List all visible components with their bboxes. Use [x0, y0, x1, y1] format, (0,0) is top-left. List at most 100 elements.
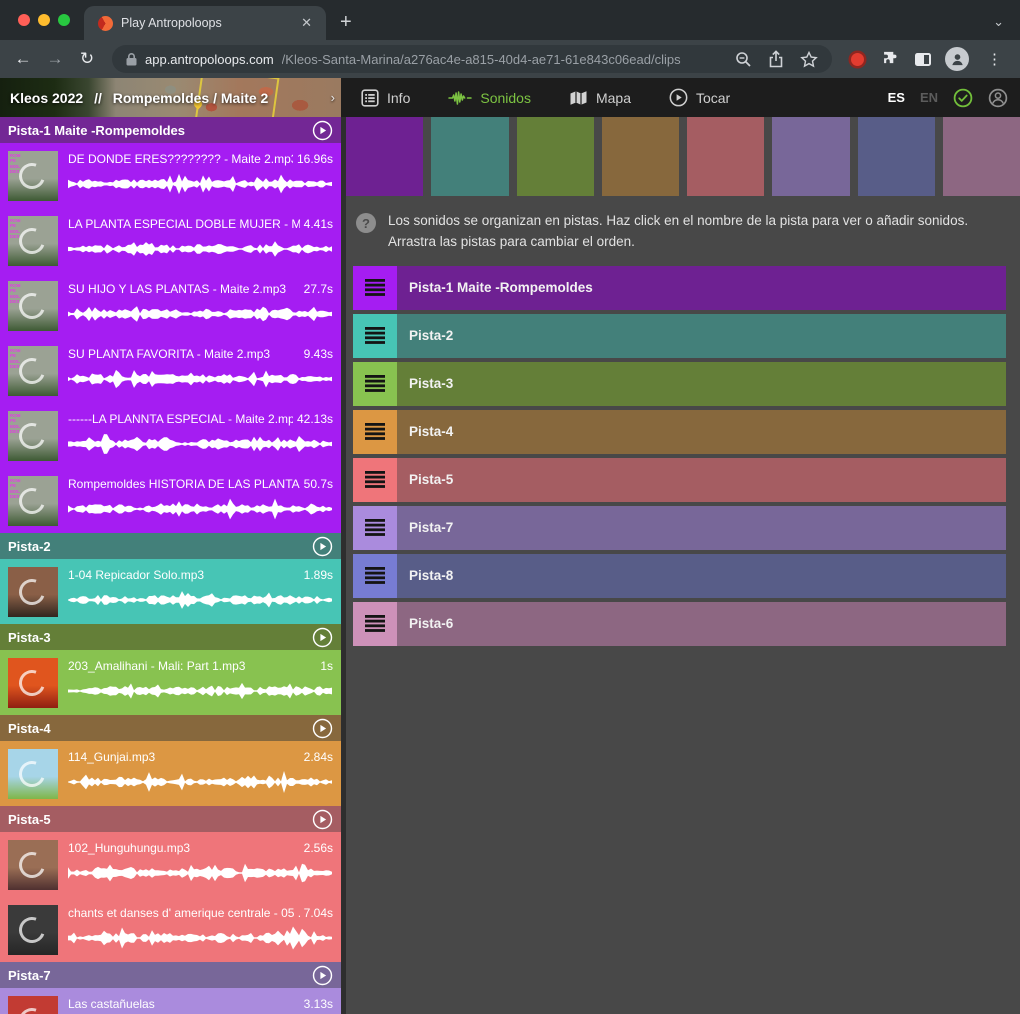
drag-handle[interactable]	[353, 602, 397, 646]
track-row-body[interactable]: Pista-6	[397, 602, 1006, 646]
audio-clip[interactable]: ROM PE MOL DESSU HIJO Y LAS PLANTAS - Ma…	[0, 273, 341, 338]
tab-close-icon[interactable]: ✕	[297, 13, 316, 33]
lang-toggle-es[interactable]: ES	[888, 90, 905, 105]
back-button[interactable]: ←	[10, 49, 36, 69]
track-row-body[interactable]: Pista-7	[397, 506, 1006, 550]
profile-avatar[interactable]	[945, 47, 969, 71]
track-swatch[interactable]	[431, 117, 508, 196]
track-row-body[interactable]: Pista-2	[397, 314, 1006, 358]
lock-icon	[126, 53, 137, 66]
track-header[interactable]: Pista-5	[0, 806, 341, 832]
drag-handle[interactable]	[353, 314, 397, 358]
track-row[interactable]: Pista-1 Maite -Rompemoldes	[353, 266, 1006, 310]
track-swatch[interactable]	[858, 117, 935, 196]
thumbnail-label: ROM PE MOL DES	[10, 348, 26, 370]
track-swatch[interactable]	[687, 117, 764, 196]
track-row[interactable]: Pista-4	[353, 410, 1006, 454]
clip-title-row: SU HIJO Y LAS PLANTAS - Maite 2.mp327.7s	[68, 282, 333, 296]
play-track-button[interactable]	[312, 809, 333, 830]
track-header[interactable]: Pista-1 Maite -Rompemoldes	[0, 117, 341, 143]
audio-clip[interactable]: ROM PE MOL DESLA PLANTA ESPECIAL DOBLE M…	[0, 208, 341, 273]
audio-clip[interactable]: ROM PE MOL DESSU PLANTA FAVORITA - Maite…	[0, 338, 341, 403]
zoom-icon[interactable]	[735, 51, 752, 68]
audio-clip[interactable]: ROM PE MOL DESRompemoldes HISTORIA DE LA…	[0, 468, 341, 533]
drag-handle[interactable]	[353, 458, 397, 502]
recording-extension-icon[interactable]	[851, 53, 864, 66]
minimize-window-button[interactable]	[38, 14, 50, 26]
play-track-button[interactable]	[312, 120, 333, 141]
audio-clip[interactable]: 102_Hunguhungu.mp32.56s	[0, 832, 341, 897]
lang-toggle-en[interactable]: EN	[920, 90, 938, 105]
reload-button[interactable]: ↻	[74, 49, 100, 69]
collapse-chevron-icon[interactable]: ›	[331, 90, 335, 105]
check-circle-icon[interactable]	[953, 88, 973, 108]
nav-tab-info[interactable]: Info	[361, 89, 410, 107]
track-header[interactable]: Pista-3	[0, 624, 341, 650]
track-header[interactable]: Pista-2	[0, 533, 341, 559]
audio-clip[interactable]: 203_Amalihani - Mali: Part 1.mp31s	[0, 650, 341, 715]
browser-tab[interactable]: Play Antropoloops ✕	[84, 6, 326, 40]
track-swatch[interactable]	[602, 117, 679, 196]
side-panel-icon[interactable]	[915, 53, 931, 66]
nav-tab-sonidos[interactable]: Sonidos	[448, 89, 531, 107]
track-swatch[interactable]	[943, 117, 1020, 196]
maximize-window-button[interactable]	[58, 14, 70, 26]
new-tab-button[interactable]: +	[340, 12, 352, 32]
share-icon[interactable]	[768, 50, 784, 68]
account-icon[interactable]	[988, 88, 1008, 108]
play-track-button[interactable]	[312, 536, 333, 557]
track-row[interactable]: Pista-2	[353, 314, 1006, 358]
breadcrumb-project[interactable]: Kleos 2022	[10, 90, 83, 106]
app-body: Pista-1 Maite -RompemoldesROM PE MOL DES…	[0, 117, 1020, 1014]
tab-search-chevron-icon[interactable]: ⌄	[993, 14, 1004, 30]
drag-handle[interactable]	[353, 554, 397, 598]
track-name: Pista-3	[8, 630, 312, 645]
audio-clip[interactable]: ROM PE MOL DES ------LA PLANNTA ESPECIAL …	[0, 403, 341, 468]
track-row[interactable]: Pista-6	[353, 602, 1006, 646]
drag-handle[interactable]	[353, 266, 397, 310]
track-row[interactable]: Pista-3	[353, 362, 1006, 406]
track-row[interactable]: Pista-5	[353, 458, 1006, 502]
play-track-button[interactable]	[312, 718, 333, 739]
audio-clip[interactable]: Las castañuelas3.13s	[0, 988, 341, 1014]
tracks-sidebar: Pista-1 Maite -RompemoldesROM PE MOL DES…	[0, 117, 341, 1014]
play-track-button[interactable]	[312, 627, 333, 648]
drag-handle-icon	[365, 327, 385, 344]
track-row-body[interactable]: Pista-5	[397, 458, 1006, 502]
nav-tab-mapa[interactable]: Mapa	[569, 89, 631, 107]
clip-thumbnail	[8, 749, 58, 799]
project-map-header[interactable]: Kleos 2022 // Rompemoldes / Maite 2 ›	[0, 78, 341, 117]
drag-handle[interactable]	[353, 410, 397, 454]
track-row[interactable]: Pista-7	[353, 506, 1006, 550]
thumbnail-label: ROM PE MOL DES	[10, 413, 26, 435]
track-row-body[interactable]: Pista-4	[397, 410, 1006, 454]
drag-handle[interactable]	[353, 362, 397, 406]
track-row-body[interactable]: Pista-1 Maite -Rompemoldes	[397, 266, 1006, 310]
play-track-button[interactable]	[312, 965, 333, 986]
track-clips: Las castañuelas3.13s	[0, 988, 341, 1014]
audio-clip[interactable]: 114_Gunjai.mp32.84s	[0, 741, 341, 806]
clip-thumbnail: ROM PE MOL DES	[8, 476, 58, 526]
audio-clip[interactable]: 1-04 Repicador Solo.mp31.89s	[0, 559, 341, 624]
forward-button[interactable]: →	[42, 49, 68, 69]
close-window-button[interactable]	[18, 14, 30, 26]
audio-clip[interactable]: chants et danses d' amerique centrale - …	[0, 897, 341, 962]
track-clips: 102_Hunguhungu.mp32.56schants et danses …	[0, 832, 341, 962]
browser-menu-icon[interactable]: ⋮	[983, 50, 1006, 68]
track-row-body[interactable]: Pista-8	[397, 554, 1006, 598]
url-bar[interactable]: app.antropoloops.com /Kleos-Santa-Marina…	[112, 45, 832, 73]
bookmark-star-icon[interactable]	[800, 51, 818, 68]
track-row[interactable]: Pista-8	[353, 554, 1006, 598]
track-swatch[interactable]	[772, 117, 849, 196]
track-row-body[interactable]: Pista-3	[397, 362, 1006, 406]
extensions-puzzle-icon[interactable]	[881, 49, 901, 69]
track-swatch[interactable]	[346, 117, 423, 196]
track-header[interactable]: Pista-4	[0, 715, 341, 741]
audio-clip[interactable]: ROM PE MOL DESDE DONDE ERES???????? - Ma…	[0, 143, 341, 208]
track-swatch[interactable]	[517, 117, 594, 196]
track-header[interactable]: Pista-7	[0, 962, 341, 988]
nav-tab-tocar[interactable]: Tocar	[669, 88, 730, 107]
clip-title-row: ------LA PLANNTA ESPECIAL - Maite 2.mp34…	[68, 412, 333, 426]
drag-handle[interactable]	[353, 506, 397, 550]
breadcrumb-path: Rompemoldes / Maite 2	[113, 90, 269, 106]
